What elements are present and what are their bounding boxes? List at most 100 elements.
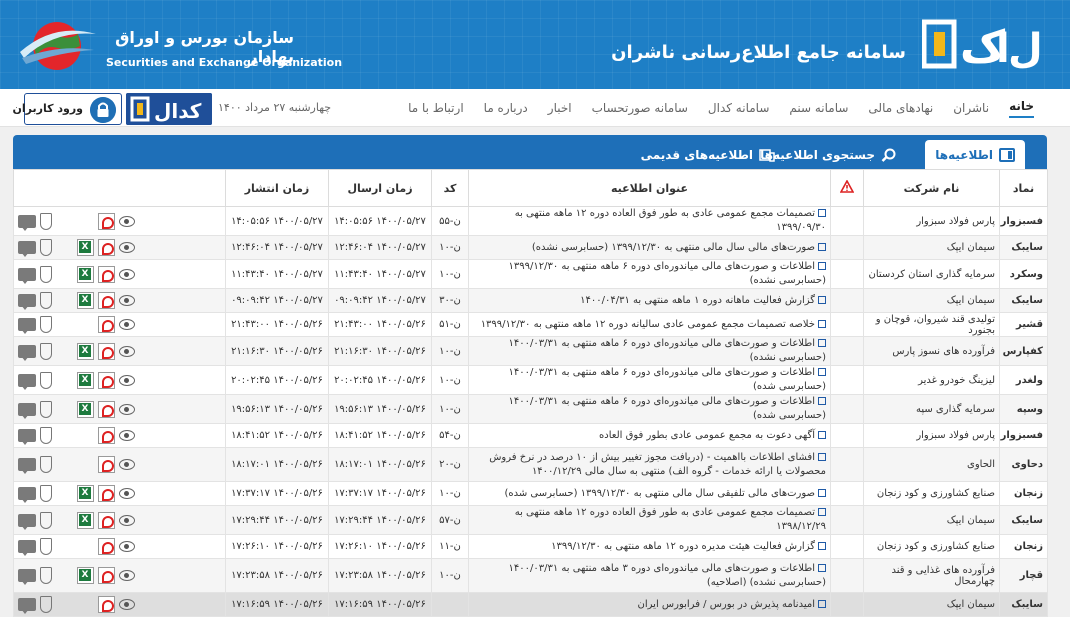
row-title-text[interactable]: صورت‌های مالی تلفیقی سال مالی منتهی به ۱… bbox=[504, 488, 815, 499]
row-title-text[interactable]: تصمیمات مجمع عمومی عادی به طور فوق العاد… bbox=[515, 507, 826, 532]
header-sent[interactable]: زمان ارسال bbox=[328, 169, 432, 207]
attachment-icon[interactable] bbox=[40, 316, 52, 333]
comment-icon[interactable] bbox=[18, 267, 36, 284]
row-symbol[interactable]: کفپارس bbox=[999, 336, 1048, 366]
row-title[interactable]: صورت‌های مالی سال مالی منتهی به ۱۳۹۹/۱۲/… bbox=[468, 235, 831, 260]
row-symbol[interactable]: قشیر bbox=[999, 312, 1048, 337]
row-title-text[interactable]: تصمیمات مجمع عمومی عادی به طور فوق العاد… bbox=[515, 208, 826, 233]
pdf-icon[interactable] bbox=[98, 567, 115, 584]
table-row[interactable]: فسبزوار پارس فولاد سبزوار آگهی دعوت به مجم… bbox=[13, 423, 1048, 448]
row-symbol[interactable]: زنجان bbox=[999, 534, 1048, 559]
view-icon[interactable] bbox=[119, 268, 135, 280]
row-title[interactable]: صورت‌های مالی تلفیقی سال مالی منتهی به ۱… bbox=[468, 481, 831, 506]
attachment-icon[interactable] bbox=[40, 456, 52, 473]
pdf-icon[interactable] bbox=[98, 485, 115, 502]
table-row[interactable]: زنجان صنایع کشاورزی و کود زنجان صورت‌های م… bbox=[13, 481, 1048, 506]
table-row[interactable]: زنجان صنایع کشاورزی و کود زنجان گزارش فعال… bbox=[13, 534, 1048, 559]
view-icon[interactable] bbox=[119, 295, 135, 306]
table-row[interactable]: قچار فرآورده های غذایی و قند چهارمحال اطلا… bbox=[13, 558, 1048, 593]
row-symbol[interactable]: سایبک bbox=[999, 288, 1048, 313]
comment-icon[interactable] bbox=[18, 344, 36, 361]
pdf-icon[interactable] bbox=[98, 596, 115, 613]
pdf-icon[interactable] bbox=[98, 400, 115, 418]
excel-icon[interactable] bbox=[77, 511, 94, 529]
login-button[interactable]: ورود کاربران bbox=[13, 93, 122, 125]
attachment-icon[interactable] bbox=[40, 265, 52, 283]
excel-icon[interactable] bbox=[77, 371, 94, 389]
comment-icon[interactable] bbox=[18, 569, 36, 585]
tab-search[interactable]: جستجوی اطلاعیه‌ها bbox=[760, 140, 897, 169]
view-icon[interactable] bbox=[119, 459, 135, 470]
row-title-text[interactable]: افشای اطلاعات بااهمیت - (دریافت مجوز تغی… bbox=[489, 452, 826, 477]
table-row[interactable]: دحاوی الحاوی افشای اطلاعات بااهمیت - (دریا… bbox=[13, 447, 1048, 482]
table-row[interactable]: سایبک سیمان ایپک امیدنامه پذیرش در بورس / … bbox=[13, 592, 1048, 617]
row-symbol[interactable]: وسپه bbox=[999, 394, 1048, 424]
excel-icon[interactable] bbox=[77, 342, 94, 360]
row-title-text[interactable]: امیدنامه پذیرش در بورس / فرابورس ایران bbox=[638, 599, 815, 610]
attachment-icon[interactable] bbox=[40, 400, 52, 418]
row-title-text[interactable]: صورت‌های مالی سال مالی منتهی به ۱۳۹۹/۱۲/… bbox=[532, 242, 815, 253]
nav-contact[interactable]: ارتباط با ما bbox=[408, 101, 464, 115]
pdf-icon[interactable] bbox=[98, 511, 115, 529]
pdf-icon[interactable] bbox=[98, 371, 115, 389]
attachment-icon[interactable] bbox=[40, 212, 52, 230]
row-title-text[interactable]: گزارش فعالیت هیئت مدیره دوره ۱۲ ماهه منت… bbox=[551, 541, 815, 552]
view-icon[interactable] bbox=[119, 570, 135, 581]
pdf-icon[interactable] bbox=[98, 456, 115, 473]
nav-news[interactable]: اخبار bbox=[548, 101, 572, 115]
comment-icon[interactable] bbox=[18, 402, 36, 419]
pdf-icon[interactable] bbox=[98, 265, 115, 283]
table-row[interactable]: ولغدر لیزینگ خودرو غدیر اطلاعات و صورت‌های… bbox=[13, 365, 1048, 395]
table-row[interactable]: قشیر تولیدی قند شیروان، قوچان و بجنورد خلا… bbox=[13, 312, 1048, 337]
row-title[interactable]: خلاصه تصمیمات مجمع عمومی عادی سالیانه دو… bbox=[468, 312, 831, 337]
row-title-text[interactable]: اطلاعات و صورت‌های مالی میاندوره‌ای دوره… bbox=[508, 563, 826, 588]
attachment-icon[interactable] bbox=[40, 596, 52, 613]
row-symbol[interactable]: فسبزوار bbox=[999, 206, 1048, 236]
comment-icon[interactable] bbox=[18, 318, 36, 334]
nav-home[interactable]: خانه bbox=[1009, 99, 1034, 118]
header-code[interactable]: کد bbox=[431, 169, 469, 207]
row-title[interactable]: اطلاعات و صورت‌های مالی میاندوره‌ای دوره… bbox=[468, 394, 831, 424]
row-symbol[interactable]: دحاوی bbox=[999, 447, 1048, 482]
table-row[interactable]: کفپارس فرآورده های نسوز پارس اطلاعات و صور… bbox=[13, 336, 1048, 366]
excel-icon[interactable] bbox=[77, 239, 94, 256]
view-icon[interactable] bbox=[119, 319, 135, 330]
row-symbol[interactable]: قچار bbox=[999, 558, 1048, 593]
row-symbol[interactable]: وسکرد bbox=[999, 259, 1048, 289]
view-icon[interactable] bbox=[119, 430, 135, 441]
row-symbol[interactable]: سایبک bbox=[999, 235, 1048, 260]
tab-announcements[interactable]: اطلاعیه‌ها bbox=[925, 140, 1025, 169]
row-symbol[interactable]: سایبک bbox=[999, 505, 1048, 535]
tab-old-announcements[interactable]: اطلاعیه‌های قدیمی bbox=[641, 140, 775, 169]
nav-financial-institutions[interactable]: نهادهای مالی bbox=[868, 101, 933, 115]
view-icon[interactable] bbox=[119, 242, 135, 253]
comment-icon[interactable] bbox=[18, 513, 36, 530]
comment-icon[interactable] bbox=[18, 487, 36, 503]
nav-about[interactable]: درباره ما bbox=[484, 101, 528, 115]
nav-publishers[interactable]: ناشران bbox=[953, 101, 989, 115]
view-icon[interactable] bbox=[119, 374, 135, 386]
row-title-text[interactable]: خلاصه تصمیمات مجمع عمومی عادی سالیانه دو… bbox=[481, 319, 815, 330]
comment-icon[interactable] bbox=[18, 429, 36, 445]
comment-icon[interactable] bbox=[18, 373, 36, 390]
table-row[interactable]: وسپه سرمایه گذاری سپه اطلاعات و صورت‌های م… bbox=[13, 394, 1048, 424]
row-title-text[interactable]: گزارش فعالیت ماهانه دوره ۱ ماهه منتهی به… bbox=[580, 295, 815, 306]
view-icon[interactable] bbox=[119, 541, 135, 552]
row-symbol[interactable]: ولغدر bbox=[999, 365, 1048, 395]
row-symbol[interactable]: زنجان bbox=[999, 481, 1048, 506]
comment-icon[interactable] bbox=[18, 458, 36, 474]
row-title[interactable]: تصمیمات مجمع عمومی عادی به طور فوق العاد… bbox=[468, 505, 831, 535]
attachment-icon[interactable] bbox=[40, 342, 52, 360]
row-title[interactable]: تصمیمات مجمع عمومی عادی به طور فوق العاد… bbox=[468, 206, 831, 236]
view-icon[interactable] bbox=[119, 488, 135, 499]
row-title[interactable]: اطلاعات و صورت‌های مالی میاندوره‌ای دوره… bbox=[468, 259, 831, 289]
view-icon[interactable] bbox=[119, 345, 135, 357]
header-company[interactable]: نام شرکت bbox=[863, 169, 1000, 207]
row-title-text[interactable]: اطلاعات و صورت‌های مالی میاندوره‌ای دوره… bbox=[508, 396, 826, 421]
header-title[interactable]: عنوان اطلاعیه bbox=[468, 169, 831, 207]
table-row[interactable]: سایبک سیمان ایپک گزارش فعالیت ماهانه دوره … bbox=[13, 288, 1048, 313]
comment-icon[interactable] bbox=[18, 294, 36, 310]
comment-icon[interactable] bbox=[18, 214, 36, 231]
attachment-icon[interactable] bbox=[40, 485, 52, 502]
nav-sanam[interactable]: سامانه سنم bbox=[789, 101, 848, 115]
